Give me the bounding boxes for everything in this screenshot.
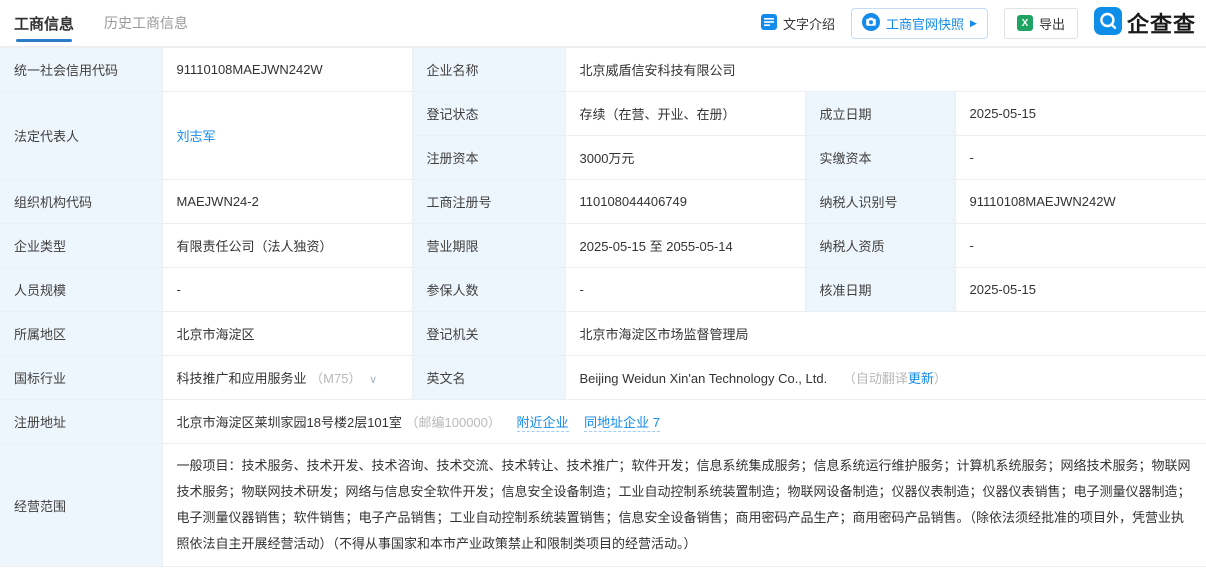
table-row: 国标行业 科技推广和应用服务业 （M75） ∨ 英文名 Beijing Weid… <box>0 356 1206 400</box>
camera-icon <box>862 13 880 34</box>
business-term-value: 2025-05-15 至 2055-05-14 <box>565 224 805 268</box>
taxpayer-id-label: 纳税人识别号 <box>805 180 955 224</box>
tab-bar: 工商信息 历史工商信息 <box>14 0 188 46</box>
insured-count-label: 参保人数 <box>412 268 565 312</box>
translate-update-link[interactable]: 更新 <box>908 371 934 386</box>
address-postcode: （邮编100000） <box>406 415 501 430</box>
reg-number-label: 工商注册号 <box>412 180 565 224</box>
english-name-value: Beijing Weidun Xin'an Technology Co., Lt… <box>565 356 1206 400</box>
table-row: 经营范围 一般项目：技术服务、技术开发、技术咨询、技术交流、技术转让、技术推广；… <box>0 444 1206 567</box>
approval-date-value: 2025-05-15 <box>955 268 1206 312</box>
reg-capital-value: 3000万元 <box>565 136 805 180</box>
legal-rep-label: 法定代表人 <box>0 92 162 180</box>
nearby-companies-link[interactable]: 附近企业 <box>517 415 569 432</box>
approval-date-label: 核准日期 <box>805 268 955 312</box>
org-code-value: MAEJWN24-2 <box>162 180 412 224</box>
snapshot-label: 工商官网快照 <box>886 14 964 33</box>
table-row: 注册地址 北京市海淀区莱圳家园18号楼2层101室 （邮编100000） 附近企… <box>0 400 1206 444</box>
company-name-label: 企业名称 <box>412 48 565 92</box>
export-button[interactable]: X 导出 <box>1004 8 1078 39</box>
business-term-label: 营业期限 <box>412 224 565 268</box>
qichacha-logo: 企查查 <box>1094 7 1196 40</box>
auto-translate-note-close: ） <box>934 371 947 386</box>
business-scope-value: 一般项目：技术服务、技术开发、技术咨询、技术交流、技术转让、技术推广；软件开发；… <box>162 444 1206 567</box>
org-code-label: 组织机构代码 <box>0 180 162 224</box>
address-value: 北京市海淀区莱圳家园18号楼2层101室 （邮编100000） 附近企业 同地址… <box>162 400 1206 444</box>
chevron-down-icon[interactable]: ∨ <box>369 374 377 386</box>
region-value: 北京市海淀区 <box>162 312 412 356</box>
english-name-text: Beijing Weidun Xin'an Technology Co., Lt… <box>580 371 828 386</box>
table-row: 统一社会信用代码 91110108MAEJWN242W 企业名称 北京威盾信安科… <box>0 48 1206 92</box>
credit-code-value: 91110108MAEJWN242W <box>162 48 412 92</box>
reg-status-label: 登记状态 <box>412 92 565 136</box>
export-label: 导出 <box>1039 14 1065 33</box>
taxpayer-quality-label: 纳税人资质 <box>805 224 955 268</box>
tab-business-info[interactable]: 工商信息 <box>14 0 74 46</box>
taxpayer-quality-value: - <box>955 224 1206 268</box>
text-intro-label: 文字介绍 <box>783 14 835 33</box>
reg-capital-label: 注册资本 <box>412 136 565 180</box>
business-info-table: 统一社会信用代码 91110108MAEJWN242W 企业名称 北京威盾信安科… <box>0 47 1206 567</box>
company-type-label: 企业类型 <box>0 224 162 268</box>
text-intro-button[interactable]: 文字介绍 <box>761 14 835 33</box>
reg-status-value: 存续（在营、开业、在册） <box>565 92 805 136</box>
legal-rep-value: 刘志军 <box>162 92 412 180</box>
staff-size-label: 人员规模 <box>0 268 162 312</box>
establish-date-label: 成立日期 <box>805 92 955 136</box>
credit-code-label: 统一社会信用代码 <box>0 48 162 92</box>
industry-label: 国标行业 <box>0 356 162 400</box>
reg-authority-value: 北京市海淀区市场监督管理局 <box>565 312 1206 356</box>
table-row: 所属地区 北京市海淀区 登记机关 北京市海淀区市场监督管理局 <box>0 312 1206 356</box>
qichacha-logo-icon <box>1094 7 1122 40</box>
reg-number-value: 110108044406749 <box>565 180 805 224</box>
establish-date-value: 2025-05-15 <box>955 92 1206 136</box>
same-address-companies-link[interactable]: 同地址企业 7 <box>584 415 660 432</box>
company-type-value: 有限责任公司（法人独资） <box>162 224 412 268</box>
region-label: 所属地区 <box>0 312 162 356</box>
header-bar: 工商信息 历史工商信息 文字介绍 工商官网快照 ▶ X 导出 企查查 <box>0 0 1206 47</box>
table-row: 法定代表人 刘志军 登记状态 存续（在营、开业、在册） 成立日期 2025-05… <box>0 92 1206 136</box>
address-label: 注册地址 <box>0 400 162 444</box>
business-scope-label: 经营范围 <box>0 444 162 567</box>
industry-code: （M75） <box>310 371 361 386</box>
text-lines-icon <box>761 14 777 33</box>
legal-rep-link[interactable]: 刘志军 <box>177 129 216 144</box>
company-name-value: 北京威盾信安科技有限公司 <box>565 48 1206 92</box>
table-row: 企业类型 有限责任公司（法人独资） 营业期限 2025-05-15 至 2055… <box>0 224 1206 268</box>
tab-history-business-info[interactable]: 历史工商信息 <box>104 0 188 46</box>
address-text: 北京市海淀区莱圳家园18号楼2层101室 <box>177 415 402 430</box>
play-arrow-icon: ▶ <box>970 19 977 28</box>
staff-size-value: - <box>162 268 412 312</box>
table-row: 人员规模 - 参保人数 - 核准日期 2025-05-15 <box>0 268 1206 312</box>
official-snapshot-button[interactable]: 工商官网快照 ▶ <box>851 8 988 39</box>
toolbar: 文字介绍 工商官网快照 ▶ X 导出 企查查 <box>761 7 1196 40</box>
industry-name: 科技推广和应用服务业 <box>177 371 307 386</box>
reg-authority-label: 登记机关 <box>412 312 565 356</box>
auto-translate-note: （自动翻译 <box>843 371 908 386</box>
taxpayer-id-value: 91110108MAEJWN242W <box>955 180 1206 224</box>
insured-count-value: - <box>565 268 805 312</box>
industry-value: 科技推广和应用服务业 （M75） ∨ <box>162 356 412 400</box>
excel-icon: X <box>1017 15 1033 31</box>
english-name-label: 英文名 <box>412 356 565 400</box>
qichacha-logo-text: 企查查 <box>1127 7 1196 39</box>
paid-capital-value: - <box>955 136 1206 180</box>
table-row: 组织机构代码 MAEJWN24-2 工商注册号 110108044406749 … <box>0 180 1206 224</box>
paid-capital-label: 实缴资本 <box>805 136 955 180</box>
